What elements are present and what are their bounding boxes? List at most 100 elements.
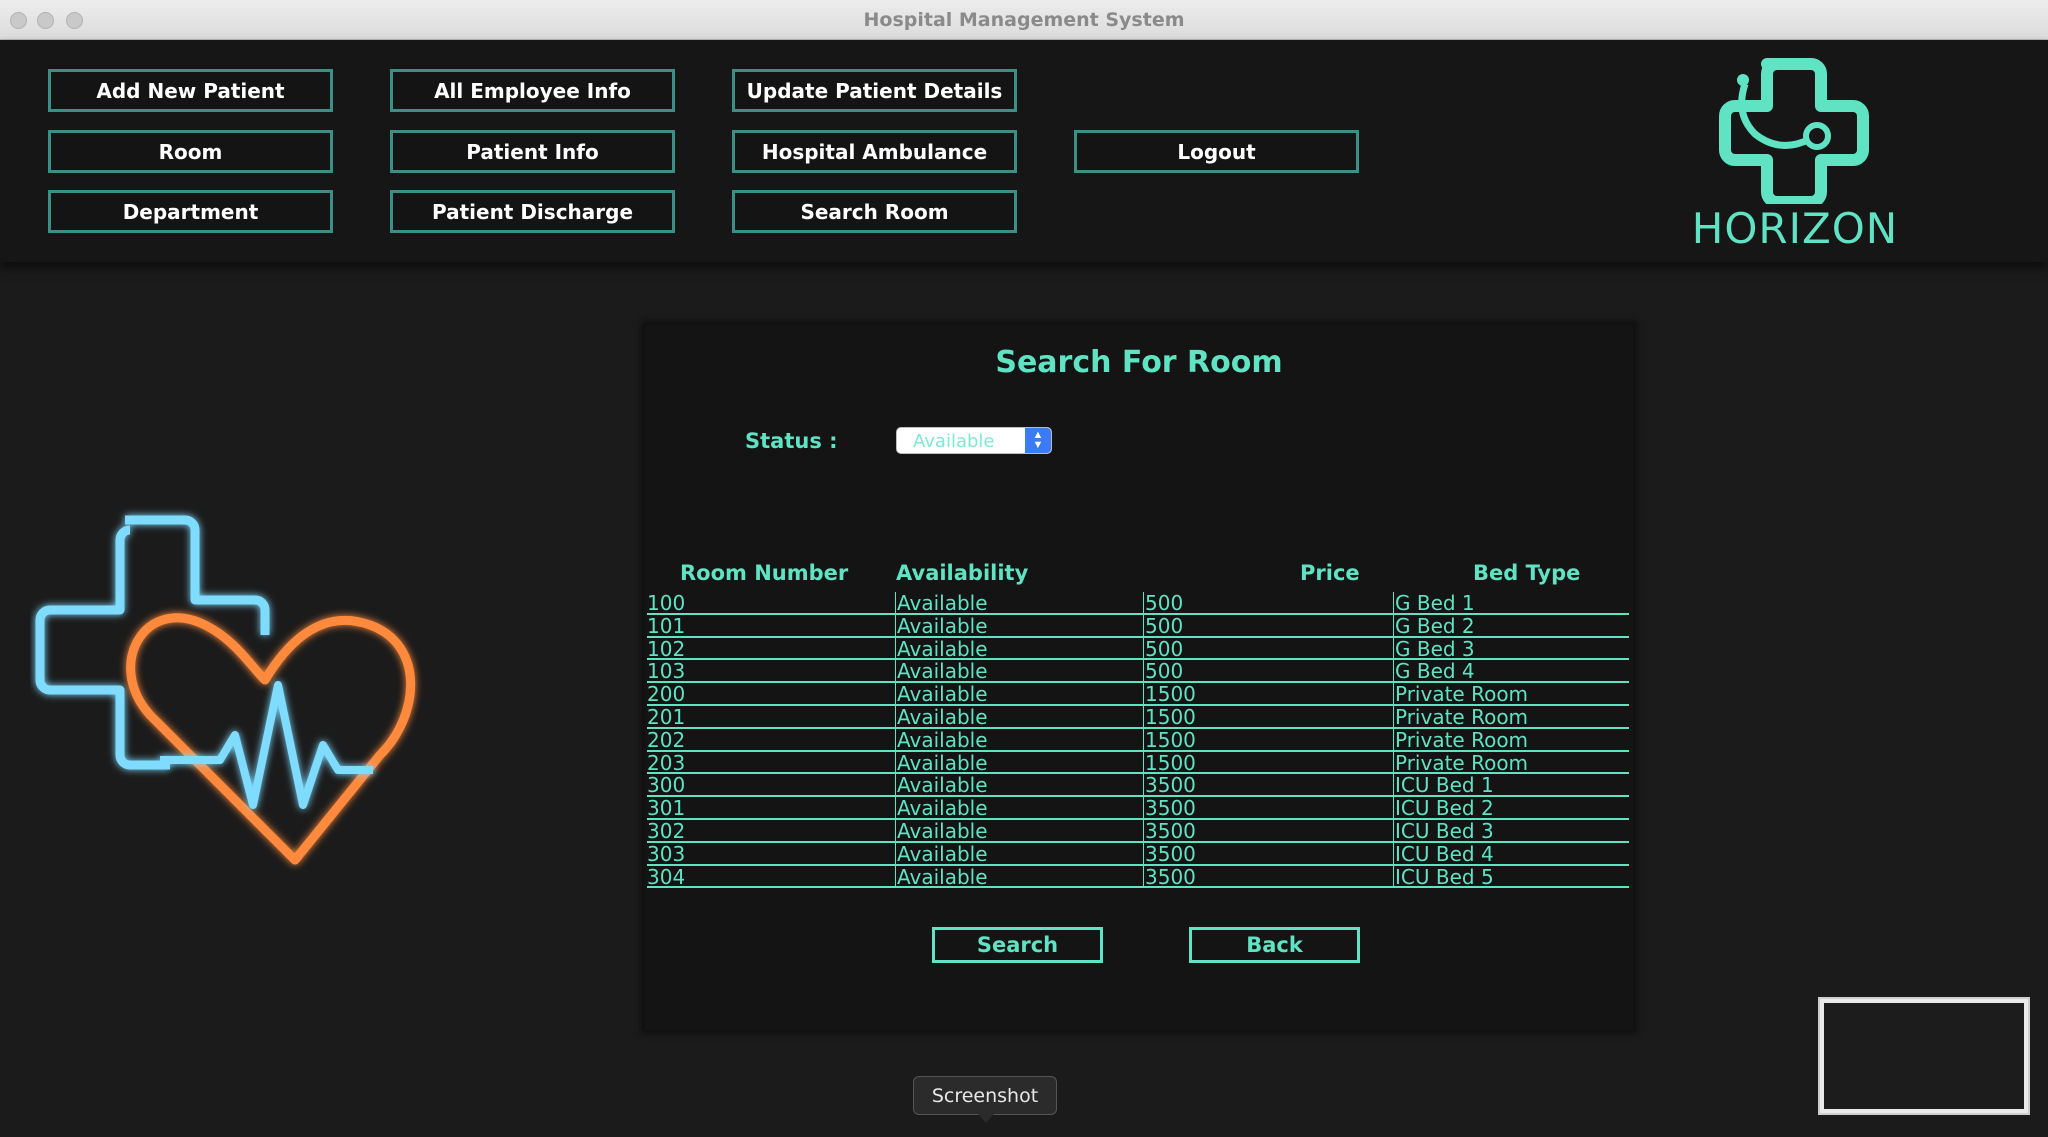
cell-bed-type: G Bed 3 xyxy=(1395,636,1475,661)
table-row[interactable]: 200 Available 1500 Private Room xyxy=(647,683,1629,706)
room-button[interactable]: Room xyxy=(48,130,333,173)
column-header-price: Price xyxy=(1300,561,1360,585)
column-header-bed-type: Bed Type xyxy=(1473,561,1581,585)
table-row[interactable]: 201 Available 1500 Private Room xyxy=(647,706,1629,729)
hospital-ambulance-button[interactable]: Hospital Ambulance xyxy=(732,130,1017,173)
cell-room-number: 101 xyxy=(647,613,686,638)
search-room-panel: Search For Room Status : Available ▲ ▼ Ro… xyxy=(645,325,1633,1030)
cell-room-number: 100 xyxy=(647,591,686,615)
cell-bed-type: Private Room xyxy=(1395,682,1529,707)
cell-availability: Available xyxy=(897,704,988,729)
cell-price: 500 xyxy=(1145,636,1184,661)
cell-bed-type: ICU Bed 5 xyxy=(1395,864,1494,889)
cell-price: 1500 xyxy=(1145,682,1196,707)
column-divider xyxy=(1393,592,1394,888)
patient-discharge-button[interactable]: Patient Discharge xyxy=(390,190,675,233)
search-room-button[interactable]: Search Room xyxy=(732,190,1017,233)
back-button[interactable]: Back xyxy=(1189,927,1360,963)
cell-availability: Available xyxy=(897,841,988,866)
cell-price: 3500 xyxy=(1145,773,1196,798)
panel-title: Search For Room xyxy=(995,345,1283,380)
cell-room-number: 301 xyxy=(647,796,686,821)
cell-bed-type: Private Room xyxy=(1395,727,1529,752)
table-row[interactable]: 301 Available 3500 ICU Bed 2 xyxy=(647,797,1629,820)
cell-availability: Available xyxy=(897,659,988,684)
cell-bed-type: ICU Bed 3 xyxy=(1395,818,1494,843)
status-label: Status : xyxy=(745,429,838,453)
cell-bed-type: Private Room xyxy=(1395,750,1529,775)
cell-room-number: 304 xyxy=(647,864,686,889)
cell-availability: Available xyxy=(897,682,988,707)
cell-bed-type: ICU Bed 4 xyxy=(1395,841,1494,866)
neon-heart-cross-icon xyxy=(35,515,416,865)
cell-availability: Available xyxy=(897,773,988,798)
table-row[interactable]: 102 Available 500 G Bed 3 xyxy=(647,638,1629,661)
cell-availability: Available xyxy=(897,727,988,752)
cell-availability: Available xyxy=(897,750,988,775)
logout-button[interactable]: Logout xyxy=(1074,130,1359,173)
cell-availability: Available xyxy=(897,636,988,661)
add-new-patient-button[interactable]: Add New Patient xyxy=(48,69,333,112)
cell-price: 500 xyxy=(1145,613,1184,638)
cell-bed-type: G Bed 2 xyxy=(1395,613,1475,638)
thumbnail-preview xyxy=(1824,1003,2024,1109)
table-row[interactable]: 300 Available 3500 ICU Bed 1 xyxy=(647,773,1629,798)
medical-cross-stethoscope-icon xyxy=(1719,58,1869,208)
cell-price: 1500 xyxy=(1145,750,1196,775)
patient-info-button[interactable]: Patient Info xyxy=(390,130,675,173)
table-row[interactable]: 302 Available 3500 ICU Bed 3 xyxy=(647,820,1629,843)
cell-price: 500 xyxy=(1145,659,1184,684)
department-button[interactable]: Department xyxy=(48,190,333,233)
cell-availability: Available xyxy=(897,613,988,638)
update-patient-details-button[interactable]: Update Patient Details xyxy=(732,69,1017,112)
table-row[interactable]: 100 Available 500 G Bed 1 xyxy=(647,592,1629,615)
horizon-logo: HORIZON xyxy=(1685,54,1905,254)
cell-room-number: 102 xyxy=(647,636,686,661)
status-selected-value: Available xyxy=(913,431,995,452)
all-employee-info-button[interactable]: All Employee Info xyxy=(390,69,675,112)
cell-bed-type: G Bed 1 xyxy=(1395,591,1475,615)
cell-room-number: 200 xyxy=(647,682,686,707)
screenshot-tooltip: Screenshot xyxy=(913,1076,1057,1123)
column-header-availability: Availability xyxy=(896,561,1029,585)
cell-availability: Available xyxy=(897,591,988,615)
cell-price: 3500 xyxy=(1145,818,1196,843)
cell-room-number: 201 xyxy=(647,704,686,729)
cell-price: 1500 xyxy=(1145,727,1196,752)
cell-bed-type: ICU Bed 2 xyxy=(1395,796,1494,821)
table-row[interactable]: 202 Available 1500 Private Room xyxy=(647,729,1629,752)
cell-availability: Available xyxy=(897,864,988,889)
cell-price: 3500 xyxy=(1145,841,1196,866)
cell-bed-type: G Bed 4 xyxy=(1395,659,1475,684)
dropdown-arrows-icon: ▲ ▼ xyxy=(1025,428,1051,453)
screenshot-thumbnail[interactable] xyxy=(1818,997,2030,1115)
cell-availability: Available xyxy=(897,818,988,843)
cell-room-number: 303 xyxy=(647,841,686,866)
logo-wordmark: HORIZON xyxy=(1691,204,1899,253)
rooms-table: 100 Available 500 G Bed 1 101 Available 500 G B… xyxy=(647,592,1629,889)
column-header-room-number: Room Number xyxy=(680,561,849,585)
cell-room-number: 203 xyxy=(647,750,686,775)
cell-room-number: 300 xyxy=(647,773,686,798)
search-button[interactable]: Search xyxy=(932,927,1103,963)
cell-bed-type: Private Room xyxy=(1395,704,1529,729)
cell-availability: Available xyxy=(897,796,988,821)
cell-price: 1500 xyxy=(1145,704,1196,729)
table-row[interactable]: 203 Available 1500 Private Room xyxy=(647,752,1629,775)
status-dropdown[interactable]: Available ▲ ▼ xyxy=(896,427,1052,454)
cell-price: 500 xyxy=(1145,591,1184,615)
column-divider xyxy=(1143,592,1144,888)
cell-room-number: 202 xyxy=(647,727,686,752)
table-row[interactable]: 103 Available 500 G Bed 4 xyxy=(647,659,1629,684)
table-row[interactable]: 303 Available 3500 ICU Bed 4 xyxy=(647,843,1629,866)
table-row[interactable]: 304 Available 3500 ICU Bed 5 xyxy=(647,866,1629,889)
table-row[interactable]: 101 Available 500 G Bed 2 xyxy=(647,615,1629,638)
column-divider xyxy=(895,592,896,888)
cell-bed-type: ICU Bed 1 xyxy=(1395,773,1494,798)
window-title: Hospital Management System xyxy=(863,9,1185,31)
cell-room-number: 302 xyxy=(647,818,686,843)
cell-price: 3500 xyxy=(1145,864,1196,889)
window-titlebar: Hospital Management System xyxy=(0,0,2048,40)
cell-room-number: 103 xyxy=(647,659,686,684)
cell-price: 3500 xyxy=(1145,796,1196,821)
